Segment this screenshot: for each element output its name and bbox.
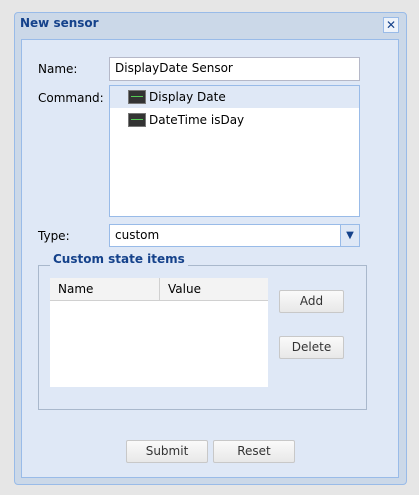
chevron-down-icon[interactable]: ▼ — [340, 224, 360, 247]
sensor-command-icon — [128, 89, 146, 104]
command-item-label: Display Date — [149, 90, 226, 104]
command-item[interactable]: DateTime isDay — [110, 109, 359, 131]
name-label: Name: — [38, 62, 78, 76]
reset-button[interactable]: Reset — [213, 440, 295, 463]
command-item-label: DateTime isDay — [149, 113, 245, 127]
close-icon[interactable]: ✕ — [383, 17, 399, 33]
type-label: Type: — [38, 229, 70, 243]
dialog-title: New sensor — [20, 16, 99, 30]
state-items-grid[interactable]: Name Value — [50, 278, 268, 387]
fieldset-legend: Custom state items — [50, 252, 188, 266]
type-combo[interactable]: custom — [109, 224, 341, 247]
command-item[interactable]: Display Date — [110, 86, 359, 108]
delete-button[interactable]: Delete — [279, 336, 344, 359]
add-button[interactable]: Add — [279, 290, 344, 313]
submit-button[interactable]: Submit — [126, 440, 208, 463]
command-label: Command: — [38, 91, 104, 105]
column-header-value[interactable]: Value — [160, 278, 268, 301]
name-input[interactable]: DisplayDate Sensor — [109, 57, 360, 81]
sensor-command-icon — [128, 112, 146, 127]
command-list[interactable]: Display Date DateTime isDay — [109, 85, 360, 217]
column-header-name[interactable]: Name — [50, 278, 160, 301]
